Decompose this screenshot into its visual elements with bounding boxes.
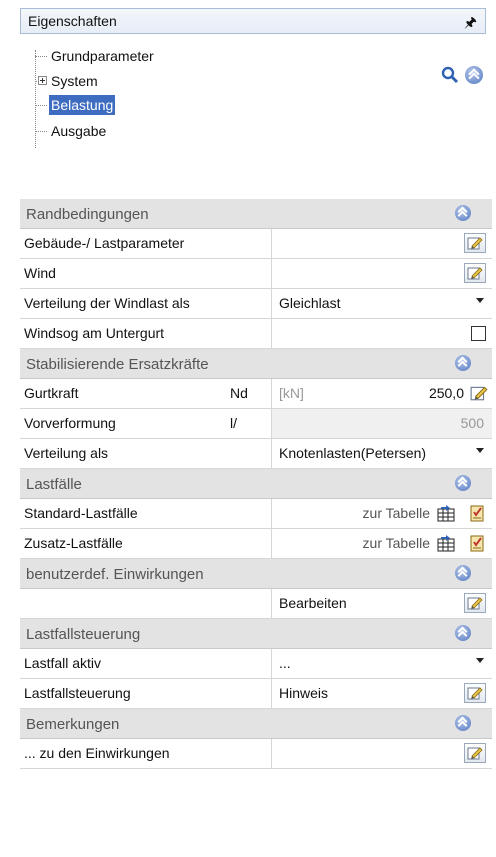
table-icon[interactable] [436, 504, 456, 525]
tree-item-label: Ausgabe [51, 123, 107, 139]
collapse-icon[interactable] [455, 625, 471, 641]
section-stabilisierende-ersatzkraefte[interactable]: Stabilisierende Ersatzkräfte [20, 349, 492, 379]
collapse-icon[interactable] [455, 355, 471, 371]
section-lastfaelle[interactable]: Lastfälle [20, 469, 492, 499]
windlast-select[interactable]: Gleichlast [279, 295, 340, 311]
properties-panel-header: Eigenschaften 🖈 [20, 8, 486, 34]
edit-button[interactable] [464, 593, 486, 613]
chevron-down-icon[interactable] [476, 298, 484, 303]
edit-button[interactable] [464, 743, 486, 763]
section-lastfallsteuerung[interactable]: Lastfallsteuerung [20, 619, 492, 649]
row-verteilung: Verteilung als Knotenlasten(Petersen) [20, 439, 492, 469]
section-randbedingungen[interactable]: Randbedingungen [20, 199, 492, 229]
collapse-icon[interactable] [455, 205, 471, 221]
table-link[interactable]: zur Tabelle [363, 505, 430, 521]
row-zusatz-lastfaelle: Zusatz-Lastfälle zur Tabelle [20, 529, 492, 559]
row-lastfall-aktiv: Lastfall aktiv ... [20, 649, 492, 679]
row-symbol: Nd [230, 385, 248, 401]
lastfall-aktiv-select[interactable]: ... [279, 655, 291, 671]
row-gurtkraft: Gurtkraft Nd [kN] 250,0 [20, 379, 492, 409]
collapse-icon[interactable] [465, 66, 483, 84]
tree-item-label: Grundparameter [51, 48, 154, 64]
gurtkraft-input[interactable]: 250,0 [429, 385, 464, 401]
section-title: Bemerkungen [26, 716, 120, 733]
collapse-icon[interactable] [455, 565, 471, 581]
row-einwirkungen-bemerkung: ... zu den Einwirkungen [20, 739, 492, 769]
edit-icon [467, 687, 483, 700]
collapse-icon[interactable] [455, 475, 471, 491]
navigation-tree: Grundparameter System Belastung Ausgabe [27, 46, 327, 181]
row-lastfallsteuerung: Lastfallsteuerung Hinweis [20, 679, 492, 709]
collapse-icon[interactable] [455, 715, 471, 731]
edit-button[interactable] [464, 263, 486, 283]
edit-icon [467, 237, 483, 250]
row-verteilung-windlast: Verteilung der Windlast als Gleichlast [20, 289, 492, 319]
row-label: Wind [24, 265, 56, 281]
checklist-icon[interactable] [468, 504, 486, 525]
section-title: Lastfallsteuerung [26, 626, 141, 643]
row-label: Verteilung als [24, 445, 109, 461]
section-bemerkungen[interactable]: Bemerkungen [20, 709, 492, 739]
property-grid: Randbedingungen Gebäude-/ Lastparameter … [20, 199, 492, 769]
edit-icon [467, 597, 483, 610]
tree-connector [35, 50, 36, 148]
verteilung-select[interactable]: Knotenlasten(Petersen) [279, 445, 426, 461]
table-link[interactable]: zur Tabelle [363, 535, 430, 551]
edit-icon[interactable] [470, 384, 488, 405]
panel-title: Eigenschaften [28, 13, 117, 29]
row-standard-lastfaelle: Standard-Lastfälle zur Tabelle [20, 499, 492, 529]
tree-item-label: System [51, 73, 98, 89]
row-vorverformung: Vorverformung l/ 500 [20, 409, 492, 439]
bearbeiten-value: Bearbeiten [279, 595, 347, 611]
row-label: Lastfall aktiv [24, 655, 102, 671]
row-label: Standard-Lastfälle [24, 505, 138, 521]
chevron-down-icon[interactable] [476, 658, 484, 663]
pin-icon[interactable]: 🖈 [464, 12, 477, 36]
edit-icon [467, 747, 483, 760]
row-windsog: Windsog am Untergurt [20, 319, 492, 349]
windsog-checkbox[interactable] [471, 326, 486, 341]
section-title: benutzerdef. Einwirkungen [26, 566, 204, 583]
hinweis-value: Hinweis [279, 685, 329, 701]
section-title: Randbedingungen [26, 206, 149, 223]
row-symbol: l/ [230, 415, 237, 431]
tree-item-label: Belastung [49, 95, 116, 115]
section-title: Lastfälle [26, 476, 82, 493]
row-bearbeiten: Bearbeiten [20, 589, 492, 619]
row-label: Verteilung der Windlast als [24, 295, 190, 311]
row-label: ... zu den Einwirkungen [24, 745, 170, 761]
search-icon[interactable] [441, 66, 459, 84]
chevron-down-icon[interactable] [476, 448, 484, 453]
row-label: Zusatz-Lastfälle [24, 535, 123, 551]
vorverformung-value: 500 [460, 415, 484, 431]
row-wind: Wind [20, 259, 492, 289]
table-icon[interactable] [436, 534, 456, 555]
edit-button[interactable] [464, 683, 486, 703]
row-label: Gebäude-/ Lastparameter [24, 235, 185, 251]
edit-icon [467, 267, 483, 280]
row-gebaeude-lastparameter: Gebäude-/ Lastparameter [20, 229, 492, 259]
row-label: Windsog am Untergurt [24, 325, 165, 341]
section-benutzerdef-einwirkungen[interactable]: benutzerdef. Einwirkungen [20, 559, 492, 589]
edit-button[interactable] [464, 233, 486, 253]
row-label: Lastfallsteuerung [24, 685, 131, 701]
unit-label: [kN] [279, 385, 304, 401]
checklist-icon[interactable] [468, 534, 486, 555]
row-label: Vorverformung [24, 415, 116, 431]
expand-icon[interactable] [38, 76, 47, 85]
row-label: Gurtkraft [24, 385, 79, 401]
section-title: Stabilisierende Ersatzkräfte [26, 356, 209, 373]
